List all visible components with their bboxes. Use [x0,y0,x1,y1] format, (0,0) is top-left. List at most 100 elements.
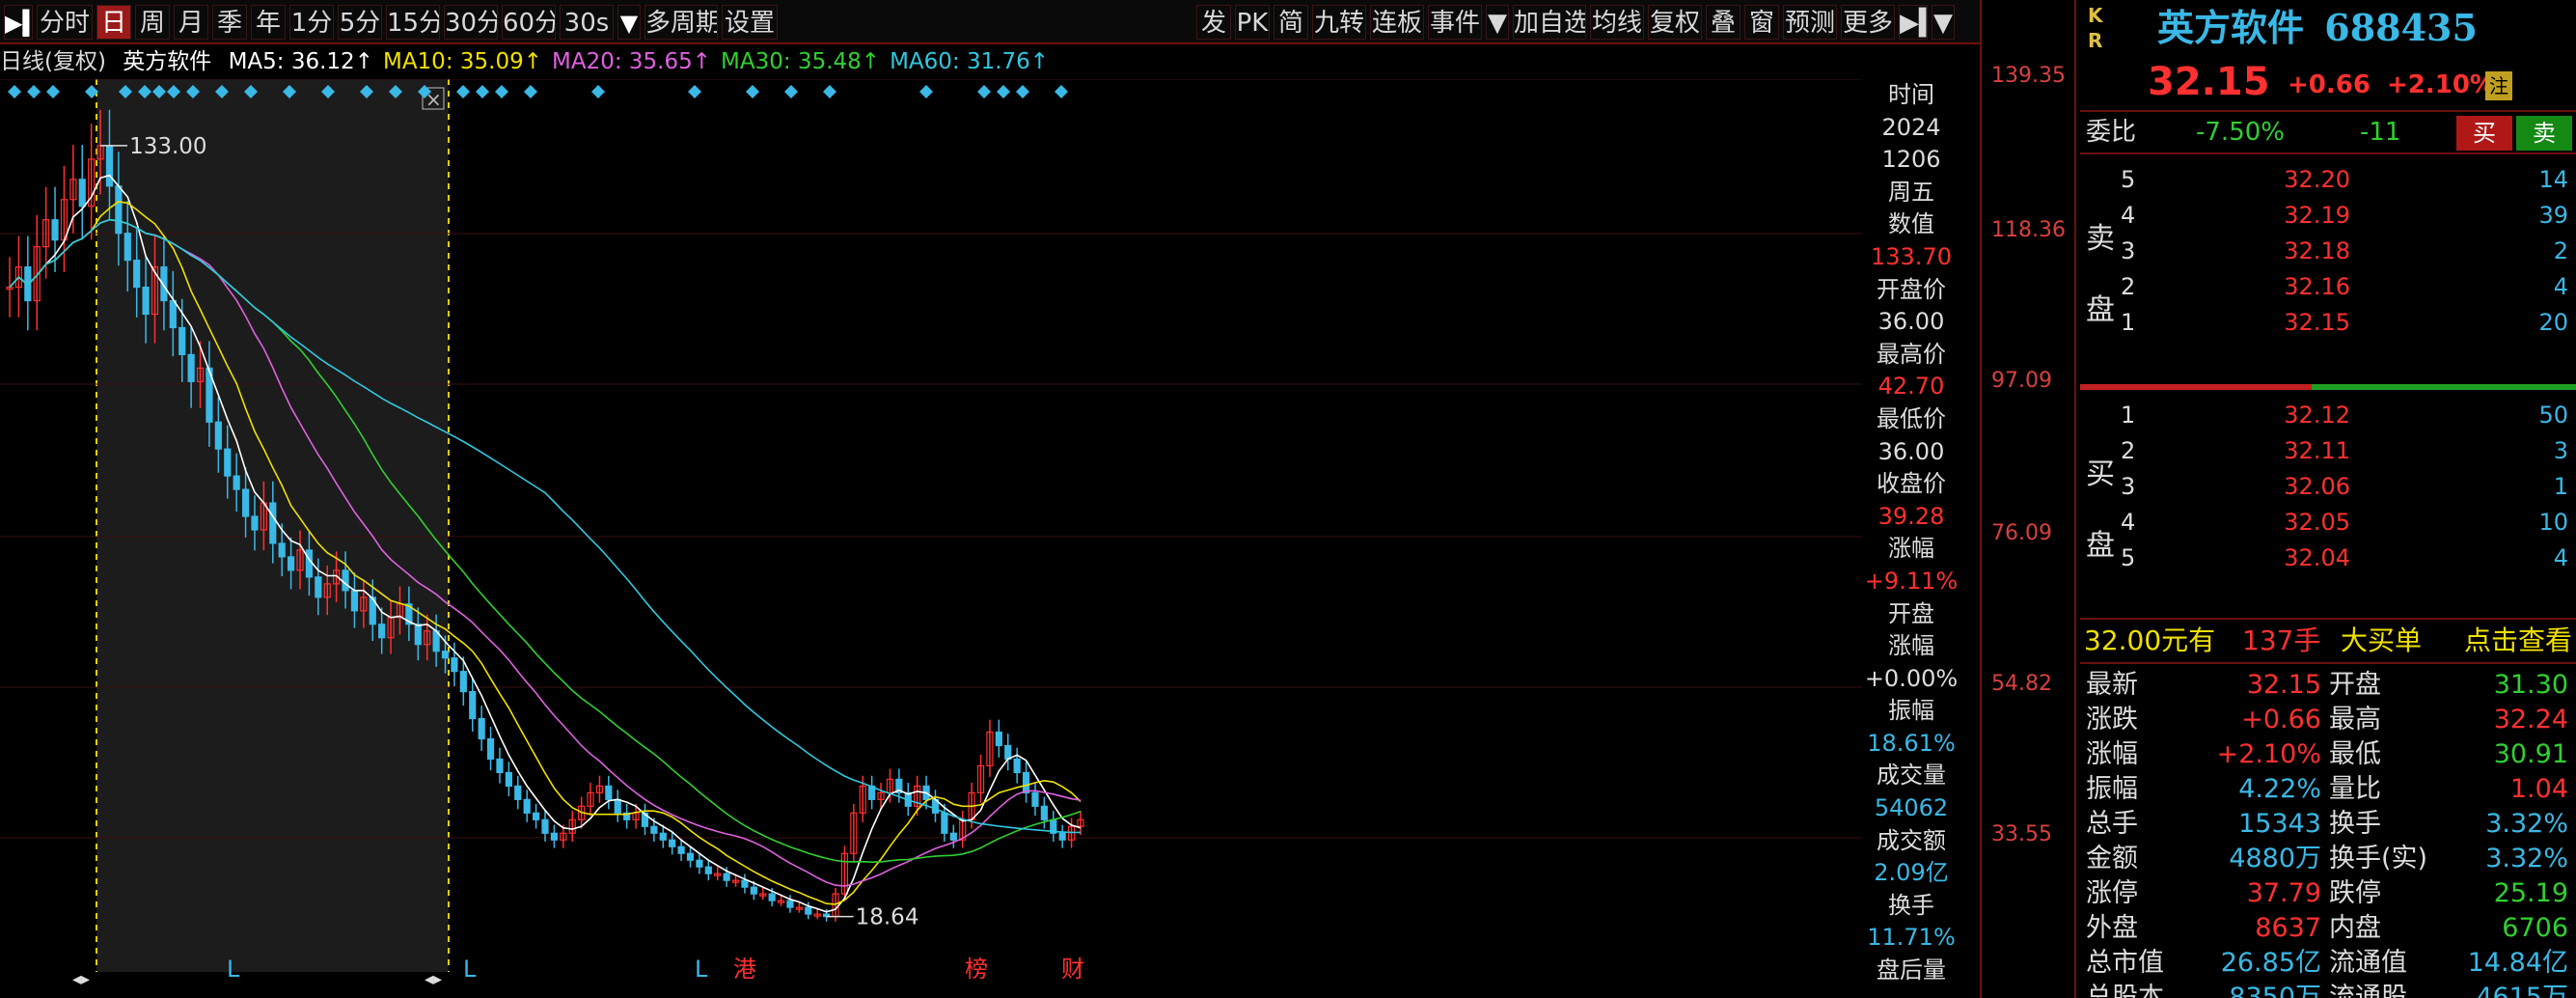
candle-body [78,179,86,208]
stat-label: 涨停 [2086,878,2138,908]
toolbar-item-5[interactable]: 季 [212,5,247,40]
event-diamond-icon[interactable] [8,85,21,98]
asks-row: 4 32.19 39 [2080,198,2576,233]
r-flag: R [2088,29,2103,52]
event-marker[interactable]: 港 [733,956,756,983]
bids-row: 2 32.11 3 [2080,433,2576,468]
toolbar-item-12[interactable]: 30s [560,5,614,40]
event-diamond-icon[interactable] [524,85,537,98]
toolbar-right-item-4[interactable]: 连板 [1370,5,1424,40]
candle-body [241,488,250,517]
info-item: 39.28 [1877,502,1945,530]
info-item: 18.61% [1867,729,1956,757]
toolbar-item-13[interactable]: ▼ [617,5,641,40]
event-marker[interactable]: L [227,956,240,983]
event-diamond-icon[interactable] [591,85,605,98]
event-diamond-icon[interactable] [456,85,470,98]
event-diamond-icon[interactable] [476,85,489,98]
toolbar-item-6[interactable]: 年 [251,5,286,40]
toolbar-item-15[interactable]: 设置 [722,5,778,40]
bids-row: 3 32.06 1 [2080,469,2576,504]
bids-price: 32.06 [2284,473,2350,500]
stat-label: 换手 [2329,809,2381,839]
info-item: 开盘价 [1877,275,1946,303]
event-diamond-icon[interactable] [1055,85,1068,98]
toolbar-right-item-0[interactable]: 发 [1196,5,1231,40]
candle-body [505,771,512,787]
bids-volume: 1 [2553,473,2568,500]
toolbar-right-item-5[interactable]: 事件 [1428,5,1482,40]
scroll-handle-icon[interactable]: ◂▸ [72,969,90,989]
stat-value: +0.66 [2241,705,2321,735]
note-badge[interactable]: 注 [2485,71,2512,100]
event-diamond-icon[interactable] [27,85,41,98]
event-marker[interactable]: L [695,956,708,983]
bids-level: 1 [2121,402,2136,429]
bids-row: 4 32.05 10 [2080,505,2576,540]
event-marker[interactable]: 榜 [965,956,988,983]
stat-value: 6706 [2502,913,2568,943]
info-item: 数值 [1888,210,1934,238]
toolbar-right-item-9[interactable]: 复权 [1648,5,1702,40]
buy-button[interactable]: 买 [2456,116,2512,151]
toolbar-right-item-10[interactable]: 叠 [1706,5,1740,40]
toolbar-item-14[interactable]: 多周期 [644,5,718,40]
info-item: 最低价 [1877,404,1946,432]
toolbar-right-item-15[interactable]: ▼ [1932,5,1955,40]
candle-body [659,832,667,841]
event-diamond-icon[interactable] [919,85,933,98]
toolbar-item-9[interactable]: 15分 [386,5,440,40]
stat-value: 32.24 [2493,705,2568,735]
big-order-link[interactable]: 点击查看 [2464,620,2572,662]
toolbar-item-2[interactable]: 日 [96,5,131,40]
toolbar-item-0[interactable]: ▶▍ [4,5,33,40]
candle-body [686,852,695,861]
asks-row: 5 32.20 14 [2080,162,2576,197]
stat-label: 金额 [2086,844,2138,873]
event-marker[interactable]: 财 [1061,956,1084,983]
kline-chart[interactable]: × 133.00 18.64 L L L 港榜财 ◂▸ ◂▸ [0,79,1980,998]
toolbar-item-4[interactable]: 月 [174,5,208,40]
event-diamond-icon[interactable] [746,85,759,98]
toolbar-right-item-11[interactable]: 窗 [1744,5,1779,40]
stock-title: 英方软件 688435 [2157,2,2572,54]
event-diamond-icon[interactable] [495,85,508,98]
asks-price: 32.20 [2284,166,2350,193]
stat-value: 3.32% [2485,844,2568,873]
low-label: 18.64 [856,905,919,930]
ma-legend-3: MA30: 35.48↑ [721,49,881,74]
toolbar-item-7[interactable]: 1分 [289,5,334,40]
ma-legend: 日线(复权) 英方软件 MA5: 36.12↑ MA10: 35.09↑ MA20:… [0,44,1980,79]
event-marker[interactable]: L [463,956,477,983]
event-diamond-icon[interactable] [46,85,60,98]
toolbar-right-item-8[interactable]: 均线 [1590,5,1644,40]
event-diamond-icon[interactable] [977,85,991,98]
toolbar-item-11[interactable]: 60分 [502,5,556,40]
toolbar-right-item-12[interactable]: 预测 [1783,5,1837,40]
candle-body [169,299,177,329]
toolbar-right-item-14[interactable]: ▶▍ [1899,5,1928,40]
toolbar-item-1[interactable]: 分时 [37,5,93,40]
sell-button[interactable]: 卖 [2516,116,2572,151]
stat-label: 涨跌 [2086,705,2138,735]
event-diamond-icon[interactable] [784,85,798,98]
event-diamond-icon[interactable] [688,85,701,98]
toolbar-right-item-7[interactable]: 加自选 [1513,5,1586,40]
event-diamond-icon[interactable] [823,85,836,98]
event-diamond-icon[interactable] [997,85,1010,98]
toolbar-right-item-6[interactable]: ▼ [1486,5,1509,40]
bids-row: 5 32.04 4 [2080,541,2576,575]
toolbar-right-item-2[interactable]: 简 [1274,5,1308,40]
candle-body [786,900,794,908]
toolbar-right-item-3[interactable]: 九转 [1312,5,1366,40]
event-diamond-icon[interactable] [1016,85,1029,98]
toolbar-item-10[interactable]: 30分 [444,5,498,40]
toolbar-right-item-1[interactable]: PK [1235,5,1270,40]
bids-volume: 10 [2538,509,2568,536]
toolbar-item-8[interactable]: 5分 [338,5,382,40]
toolbar-item-3[interactable]: 周 [135,5,170,40]
stat-value: +2.10% [2216,739,2321,769]
scroll-handle-icon[interactable]: ◂▸ [425,969,442,989]
toolbar-right-item-13[interactable]: 更多 [1841,5,1895,40]
kline-svg[interactable]: ×133.0018.64L L L 港榜财◂▸ ◂▸ [0,79,1980,998]
